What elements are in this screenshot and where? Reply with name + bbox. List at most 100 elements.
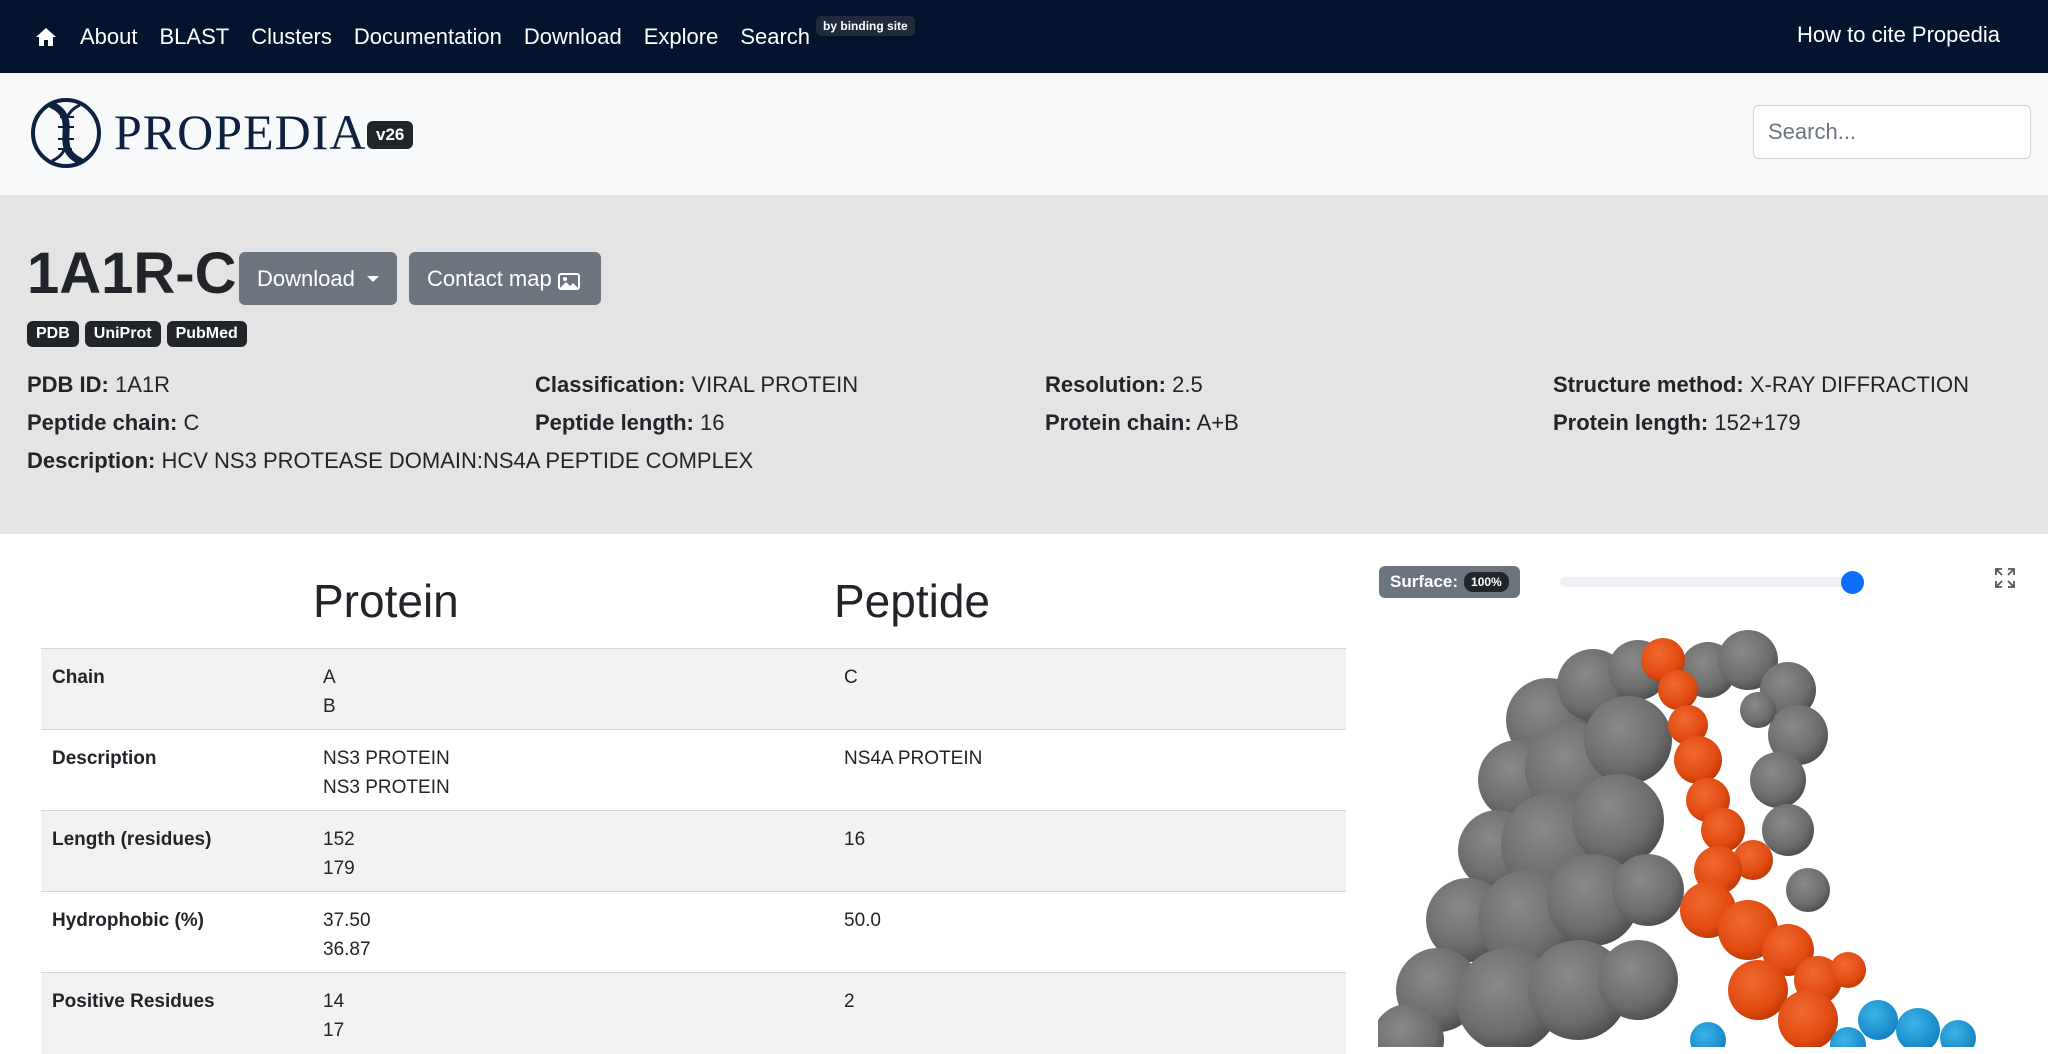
nav-search[interactable]: Search (740, 24, 810, 50)
nav-documentation[interactable]: Documentation (354, 24, 502, 50)
cell-value: NS4A PROTEIN (844, 748, 983, 769)
surface-label: Surface: (1390, 572, 1459, 591)
field-label: Description: (27, 448, 156, 473)
field-protein-chain: Protein chain: A+B (1045, 410, 1239, 436)
table-row: Chain A B C (41, 648, 1346, 730)
peptide-cell: 50.0 (833, 891, 1346, 973)
field-pdb-id: PDB ID: 1A1R (27, 372, 170, 398)
field-value: 2.5 (1172, 372, 1203, 397)
fullscreen-expand-icon[interactable] (1993, 566, 2017, 590)
field-value: A+B (1196, 410, 1239, 435)
entry-title: 1A1R-C (27, 241, 237, 306)
cell-value: 16 (844, 829, 866, 850)
cell-value: 36.87 (323, 939, 371, 960)
field-description: Description: HCV NS3 PROTEASE DOMAIN:NS4… (27, 448, 753, 474)
field-label: Classification: (535, 372, 686, 397)
cell-value: A (323, 667, 336, 688)
field-value: 1A1R (115, 372, 171, 397)
cell-value: NS3 PROTEIN (323, 748, 450, 769)
pubmed-link[interactable]: PubMed (166, 321, 247, 347)
cell-value: C (844, 667, 858, 688)
site-search-input[interactable] (1753, 105, 2031, 159)
nav-clusters[interactable]: Clusters (251, 24, 332, 50)
brand-bar: PROPEDIA v26 (0, 73, 2048, 196)
pdb-link[interactable]: PDB (27, 321, 79, 347)
cell-value: 179 (323, 858, 355, 879)
cell-value: 17 (323, 1020, 345, 1041)
row-label: Chain (41, 648, 312, 730)
brand-name[interactable]: PROPEDIA (114, 103, 366, 161)
caret-down-icon (366, 275, 379, 282)
field-value: X-RAY DIFFRACTION (1749, 372, 1970, 397)
nav-download[interactable]: Download (524, 24, 622, 50)
nav-about[interactable]: About (80, 24, 138, 50)
structure-viewer[interactable]: Surface: 100% (1378, 560, 2034, 1047)
field-structure-method: Structure method: X-RAY DIFFRACTION (1553, 372, 1969, 398)
field-value: 152+179 (1714, 410, 1801, 435)
field-classification: Classification: VIRAL PROTEIN (535, 372, 858, 398)
external-links: PDB UniProt PubMed (27, 321, 247, 347)
field-value: C (183, 410, 200, 435)
nav-cite[interactable]: How to cite Propedia (1797, 22, 2000, 48)
download-label: Download (257, 265, 355, 291)
peptide-cell: C (833, 648, 1346, 730)
field-label: Protein chain: (1045, 410, 1192, 435)
table-row: Positive Residues 14 17 2 (41, 972, 1346, 1054)
field-value: VIRAL PROTEIN (691, 372, 859, 397)
nav-explore[interactable]: Explore (644, 24, 719, 50)
protein-column-heading: Protein (313, 575, 459, 627)
contact-map-label: Contact map (427, 265, 552, 291)
field-value: HCV NS3 PROTEASE DOMAIN:NS4A PEPTIDE COM… (161, 448, 754, 473)
protein-cell: 14 17 (312, 972, 833, 1054)
image-icon (557, 270, 580, 290)
row-label: Length (residues) (41, 810, 312, 892)
field-peptide-chain: Peptide chain: C (27, 410, 199, 436)
top-navbar: About BLAST Clusters Documentation Downl… (0, 0, 2048, 73)
propedia-logo-icon[interactable] (30, 97, 102, 169)
cell-value: 152 (323, 829, 355, 850)
peptide-column-heading: Peptide (834, 575, 991, 627)
surface-value: 100% (1464, 572, 1509, 592)
entry-header: 1A1R-C Download Contact map PDB UniProt … (0, 196, 2048, 534)
surface-slider-handle[interactable] (1841, 571, 1864, 594)
uniprot-link[interactable]: UniProt (84, 321, 161, 347)
field-label: Structure method: (1553, 372, 1744, 397)
field-label: PDB ID: (27, 372, 109, 397)
cell-value: 2 (844, 991, 855, 1012)
protein-cell: AB (312, 648, 833, 730)
cell-value: 50.0 (844, 910, 881, 931)
table-row: Description NS3 PROTEIN NS3 PROTEIN NS4A PR… (41, 729, 1346, 811)
field-value: 16 (700, 410, 725, 435)
cell-value: 14 (323, 991, 345, 1012)
contact-map-button[interactable]: Contact map (409, 252, 601, 305)
molecule-surface[interactable] (1378, 560, 2034, 1047)
comparison-table: Chain A B C Description NS3 PROTEIN NS3 PROTEI… (41, 648, 1346, 1054)
surface-slider-track[interactable] (1560, 577, 1864, 587)
table-row: Hydrophobic (%) 37.50 36.87 50.0 (41, 891, 1346, 973)
cell-value: B (323, 696, 336, 717)
field-peptide-length: Peptide length: 16 (535, 410, 725, 436)
protein-cell: 37.50 36.87 (312, 891, 833, 973)
table-row: Length (residues) 152 179 16 (41, 810, 1346, 892)
surface-badge: Surface: 100% (1379, 566, 1520, 598)
nav-blast[interactable]: BLAST (160, 24, 230, 50)
row-label: Hydrophobic (%) (41, 891, 312, 973)
home-icon[interactable] (34, 25, 58, 49)
version-badge: v26 (367, 121, 414, 149)
download-dropdown-button[interactable]: Download (239, 252, 397, 305)
field-label: Peptide length: (535, 410, 694, 435)
field-label: Peptide chain: (27, 410, 178, 435)
cell-value: 37.50 (323, 910, 371, 931)
field-protein-length: Protein length: 152+179 (1553, 410, 1801, 436)
field-resolution: Resolution: 2.5 (1045, 372, 1203, 398)
field-label: Protein length: (1553, 410, 1709, 435)
row-label: Positive Residues (41, 972, 312, 1054)
protein-cell: 152 179 (312, 810, 833, 892)
peptide-cell: 2 (833, 972, 1346, 1054)
binding-site-badge[interactable]: by binding site (816, 15, 915, 36)
cell-value: NS3 PROTEIN (323, 777, 450, 798)
peptide-cell: NS4A PROTEIN (833, 729, 1346, 811)
nav-search-group: Search by binding site (740, 15, 915, 50)
peptide-cell: 16 (833, 810, 1346, 892)
protein-cell: NS3 PROTEIN NS3 PROTEIN (312, 729, 833, 811)
